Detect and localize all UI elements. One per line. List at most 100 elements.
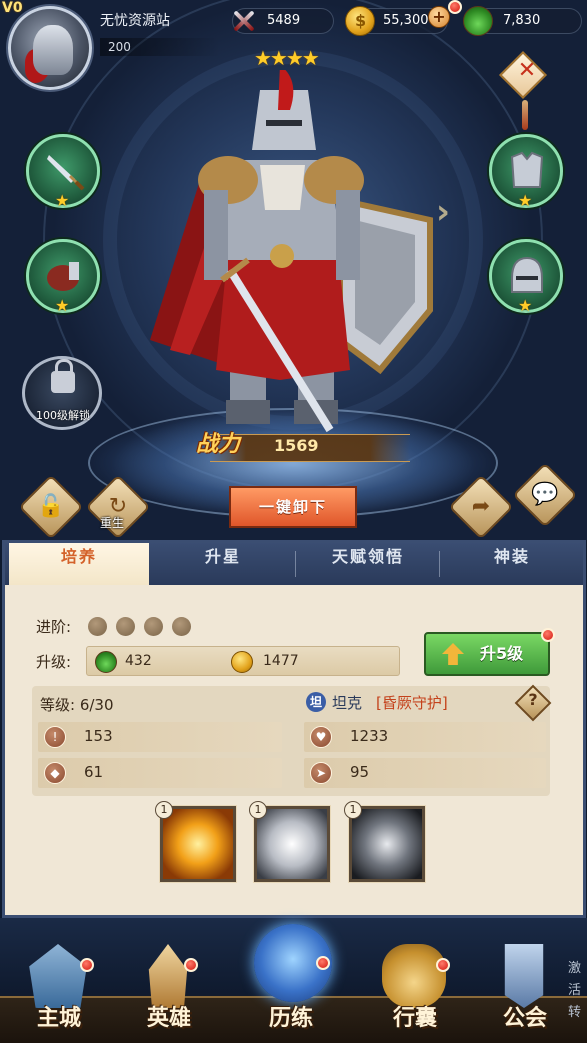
combat-power-label: 战力 — [196, 431, 241, 457]
unequip-all-button[interactable]: 一键卸下 — [229, 486, 357, 528]
potion-icon — [95, 651, 117, 673]
nav-guild[interactable]: 公会 — [470, 918, 580, 1043]
potion-icon — [463, 6, 493, 36]
tab-cultivate[interactable]: 培养 — [9, 543, 149, 585]
helmet-icon — [511, 256, 543, 293]
notification-dot — [184, 958, 198, 972]
power-resource: 5489 — [232, 8, 334, 34]
combat-power-banner: 战力 1569 — [170, 426, 422, 470]
castle-icon — [29, 944, 87, 1008]
advance-rank-dot — [116, 617, 135, 636]
share-icon[interactable]: ➦ — [458, 484, 504, 530]
notification-dot — [541, 628, 555, 642]
hero-class-trait[interactable]: [昏厥守护] — [376, 692, 448, 713]
cost-potion-value: 432 — [125, 653, 152, 669]
hero-helmet-icon — [148, 944, 188, 1008]
potion-resource: 7,830 — [463, 6, 582, 36]
guild-banner-icon — [504, 944, 544, 1008]
panel-tabs: 培养 升星 天赋领悟 神装 — [5, 543, 583, 585]
advance-rank-dot — [172, 617, 191, 636]
nav-main-city[interactable]: 主城 — [4, 918, 114, 1043]
nav-heroes[interactable]: 英雄 — [114, 918, 224, 1043]
vip-badge[interactable]: V0 — [2, 0, 23, 16]
gold-value: 55,300 — [383, 13, 429, 28]
skill-slot[interactable]: 1 — [344, 801, 425, 882]
close-icon[interactable]: ✕ — [510, 58, 544, 92]
attack-icon: ! — [44, 726, 66, 748]
upgrade-label: 升级: — [36, 653, 72, 671]
avatar[interactable] — [8, 6, 92, 90]
upgrade-button-label: 升5级 — [480, 644, 524, 663]
equip-slot-helmet[interactable]: ★ — [489, 239, 563, 315]
advance-rank-dot — [144, 617, 163, 636]
hero-model[interactable] — [130, 70, 460, 450]
equip-slot-locked[interactable]: 100级解锁 — [22, 356, 102, 430]
heart-icon: ♥ — [310, 726, 332, 748]
nav-label: 历练 — [268, 1005, 313, 1031]
gold-coin-icon — [345, 6, 375, 36]
skill-level: 1 — [155, 801, 173, 819]
question-icon[interactable]: ? — [520, 690, 546, 716]
bottom-nav: 主城 英雄 历练 行囊 公会 — [0, 918, 587, 1043]
treasure-bag-icon — [382, 944, 446, 1008]
hero-level: 等级: 6/30 — [40, 696, 114, 714]
next-hero-arrow-icon[interactable]: › — [436, 192, 464, 232]
player-name: 无忧资源站 — [100, 13, 170, 29]
equip-slot-gloves[interactable]: ★ — [26, 239, 100, 315]
combat-power-value: 1569 — [274, 436, 319, 455]
hero-star-rating: ★★★★ — [254, 46, 320, 70]
nav-label: 公会 — [502, 1005, 547, 1031]
stat-row-hp: ♥ 1233 — [304, 722, 546, 752]
stat-defense-value: 61 — [84, 763, 104, 781]
boot-icon: ➤ — [310, 762, 332, 784]
skill-level: 1 — [249, 801, 267, 819]
stat-row-speed: ➤ 95 — [304, 758, 546, 788]
equip-star: ★ — [518, 191, 533, 210]
tab-talent[interactable]: 天赋领悟 — [297, 543, 439, 585]
nav-label: 行囊 — [392, 1005, 437, 1031]
player-level: 200 — [100, 38, 220, 56]
tab-divider — [295, 551, 296, 577]
add-gold-button[interactable]: + — [428, 6, 450, 28]
stat-row-defense: ◆ 61 — [38, 758, 282, 788]
tab-star-up[interactable]: 升星 — [151, 543, 295, 585]
potion-value: 7,830 — [503, 13, 541, 28]
hero-stage: › V0 无忧资源站 200 5489 55,300 + 7,830 ★★★★ … — [0, 0, 587, 540]
skill-slot[interactable]: 1 — [249, 801, 330, 882]
power-value: 5489 — [267, 13, 301, 28]
skill-slot[interactable]: 1 — [155, 801, 236, 882]
sword-icon — [47, 155, 85, 191]
gold-coin-icon — [231, 651, 253, 673]
nav-adventure[interactable]: 历练 — [236, 918, 346, 1043]
cost-gold-value: 1477 — [263, 653, 299, 669]
tab-divine-gear[interactable]: 神装 — [441, 543, 583, 585]
unlock-requirement: 100级解锁 — [36, 409, 90, 422]
rebirth-label: 重生 — [100, 516, 125, 530]
upgrade-5-levels-button[interactable]: 升5级 — [424, 632, 550, 676]
class-badge-icon: 坦 — [306, 692, 326, 712]
advance-label: 进阶: — [36, 618, 72, 636]
hero-class: 坦克 — [332, 694, 363, 712]
shield-icon: ◆ — [44, 762, 66, 784]
chat-bubble-icon[interactable]: 💬 — [522, 472, 568, 518]
stat-hp-value: 1233 — [350, 727, 389, 745]
equip-slot-weapon[interactable]: ★ — [26, 134, 100, 210]
chest-armor-icon — [510, 151, 544, 188]
advance-rank-dot — [88, 617, 107, 636]
nav-bag[interactable]: 行囊 — [360, 918, 470, 1043]
equip-star: ★ — [518, 296, 533, 315]
notification-dot — [448, 0, 462, 14]
equip-star: ★ — [55, 191, 70, 210]
up-arrow-icon — [442, 643, 464, 665]
stat-attack-value: 153 — [84, 727, 113, 745]
upgrade-cost-bar: 432 1477 — [86, 646, 400, 676]
avatar-helmet — [33, 25, 73, 75]
tassel-decoration — [522, 100, 528, 130]
notification-dot — [80, 958, 94, 972]
nav-label: 主城 — [36, 1005, 81, 1031]
unlock-padlock-icon[interactable]: 🔓 — [28, 484, 74, 530]
stat-speed-value: 95 — [350, 763, 370, 781]
side-hint-text: 激活转 — [568, 961, 582, 1020]
equip-slot-armor[interactable]: ★ — [489, 134, 563, 210]
tab-divider — [439, 551, 440, 577]
